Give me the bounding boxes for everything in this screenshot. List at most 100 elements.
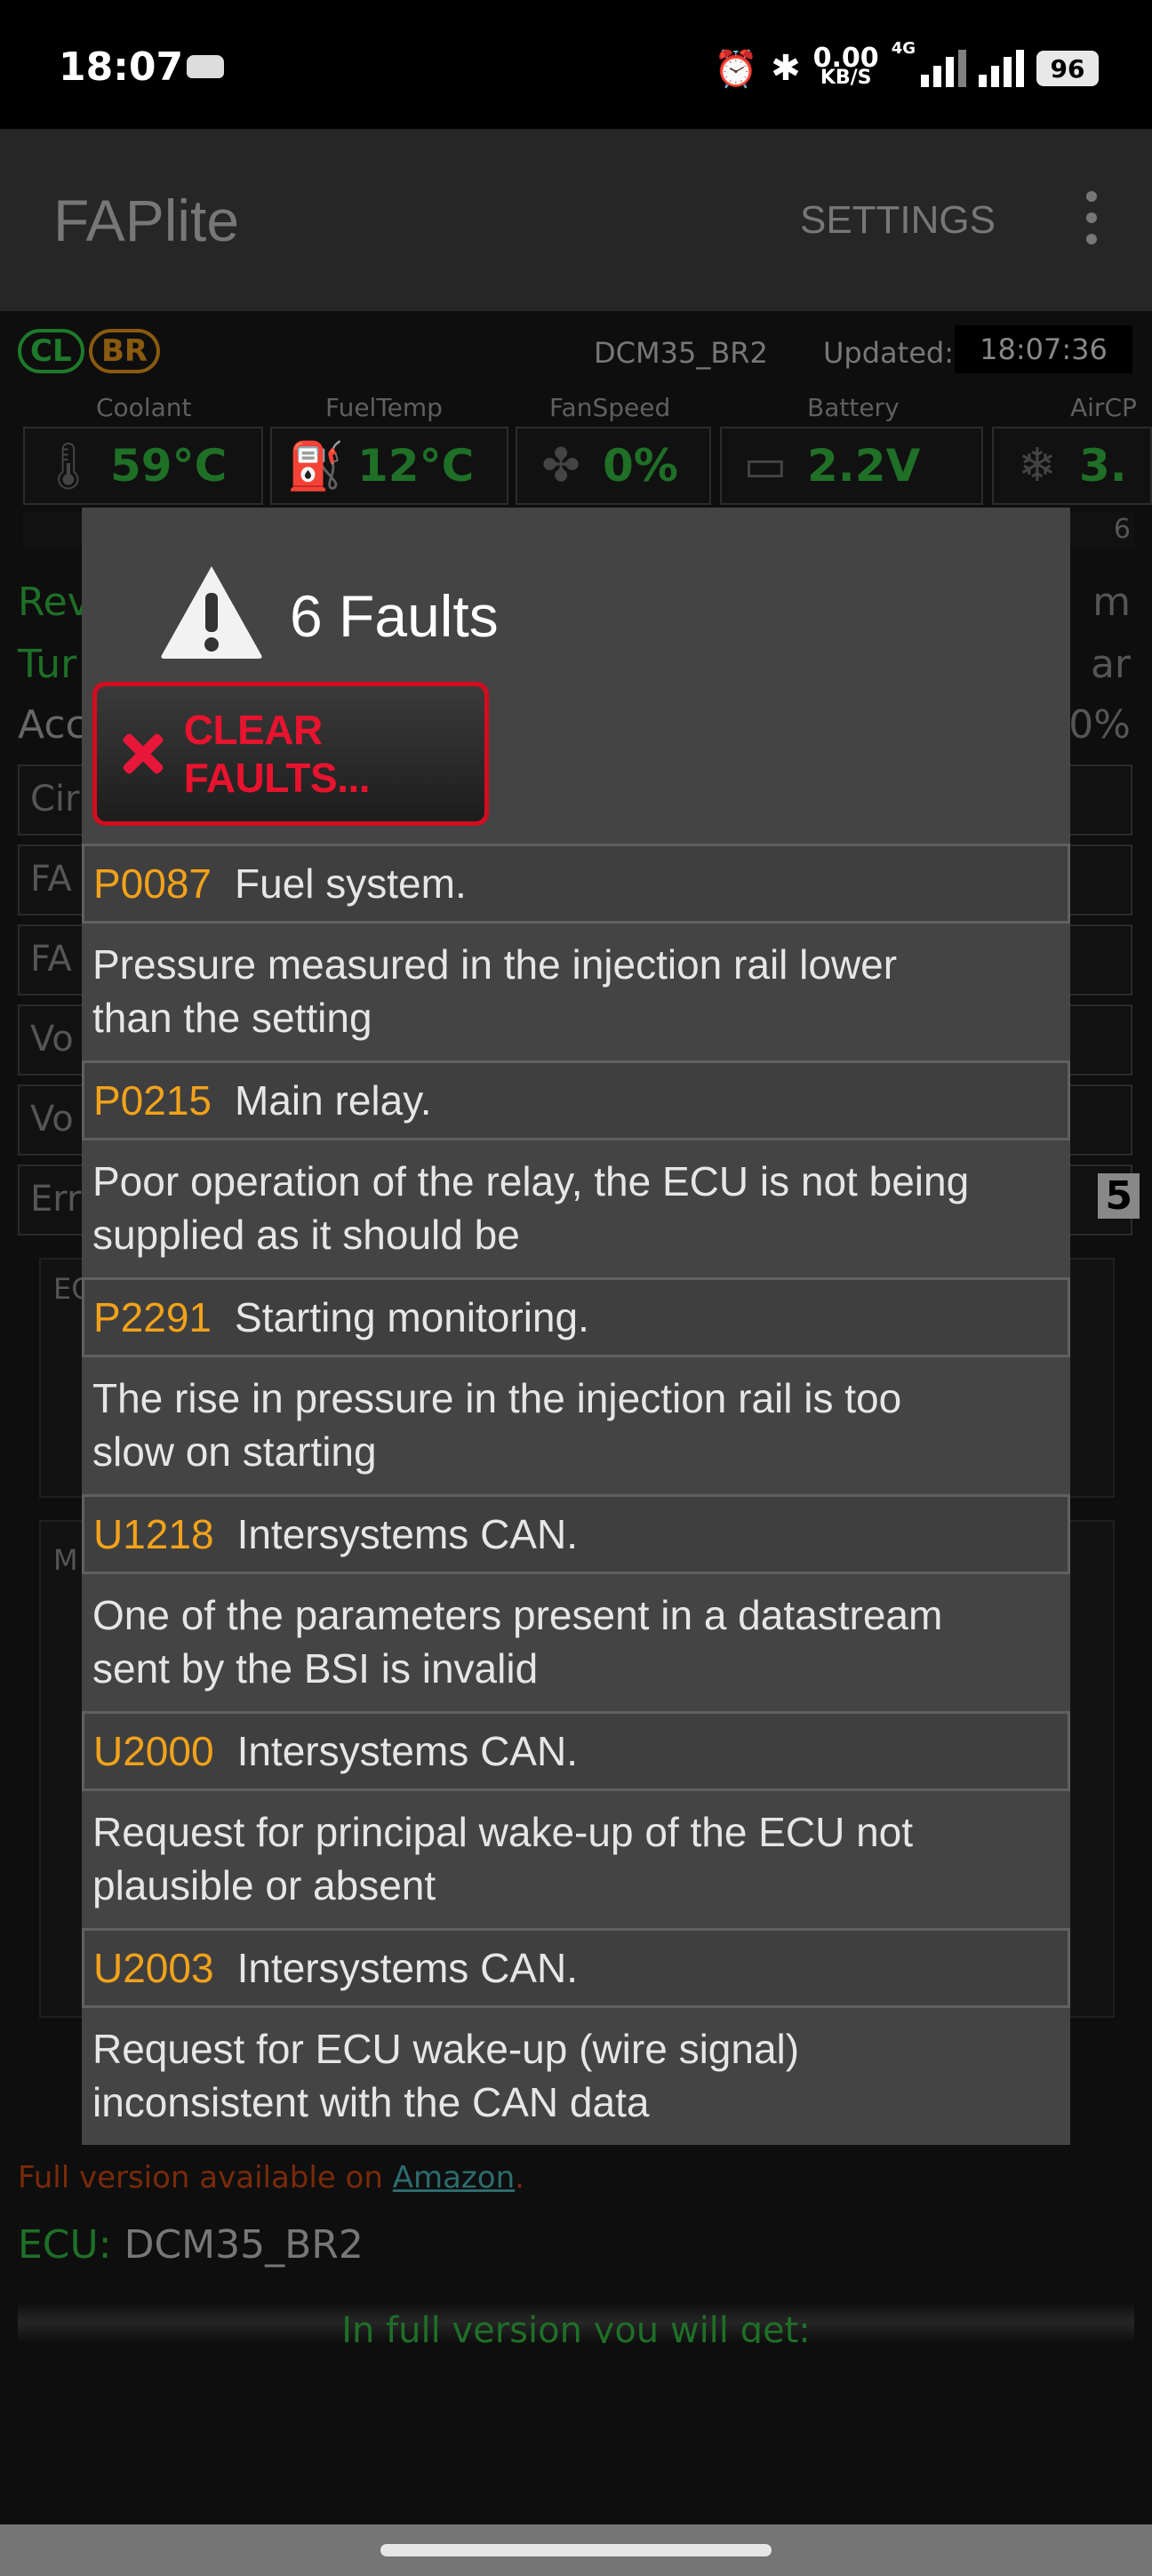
fault-description-line: Poor operation of the relay, the ECU is … — [92, 1158, 970, 1204]
gauge-row: 🌡 59°C ⛽ 12°C ✤ 0% ▭ 2.2V ❄ 3. — [0, 427, 1152, 507]
fault-description-line: Request for ECU wake-up (wire signal) — [92, 2026, 800, 2072]
row-label: Cir — [30, 779, 80, 820]
bluetooth-icon: ✱ — [771, 48, 801, 89]
fault-name: Intersystems CAN. — [236, 1728, 578, 1774]
gauge-label-aircp: AirCP — [1070, 393, 1137, 422]
gauge-label-fanspeed: FanSpeed — [549, 393, 671, 422]
ecu-footer-label: ECU: — [18, 2222, 112, 2268]
fuel-pump-icon: ⛽ — [286, 439, 345, 493]
row-label: FA — [30, 859, 72, 900]
ecu-footer: ECU: DCM35_BR2 — [18, 2222, 364, 2268]
fault-description: One of the parameters present in a datas… — [82, 1574, 1070, 1711]
fault-description: Pressure measured in the injection rail … — [82, 924, 1070, 1060]
fault-header[interactable]: U1218 Intersystems CAN. — [82, 1494, 1070, 1574]
gauge-label-battery: Battery — [807, 393, 900, 422]
amazon-link[interactable]: Amazon — [393, 2160, 515, 2196]
left-label: Tur — [18, 642, 77, 687]
right-label: ar — [1090, 642, 1131, 687]
fault-description: The rise in pressure in the injection ra… — [82, 1357, 1070, 1494]
gauge-value: 59°C — [110, 440, 228, 492]
gauge-fanspeed[interactable]: ✤ 0% — [516, 427, 711, 505]
status-icons: ⏰ ✱ 0.00 KB/S 4G 96 — [714, 39, 1099, 98]
full-version-note: Full version available on Amazon. — [18, 2160, 524, 2196]
navigation-bar — [0, 2524, 1152, 2576]
battery-icon: 96 — [1036, 51, 1099, 86]
ecu-footer-value: DCM35_BR2 — [124, 2222, 364, 2268]
clear-faults-label: CLEAR FAULTS... — [183, 707, 371, 801]
fault-description-line: The rise in pressure in the injection ra… — [92, 1375, 902, 1421]
fault-header[interactable]: U2000 Intersystems CAN. — [82, 1711, 1070, 1791]
fault-code: P0087 — [93, 860, 212, 907]
settings-button[interactable]: SETTINGS — [800, 198, 996, 243]
fault-description-line: than the setting — [92, 995, 372, 1041]
network-speed-unit: KB/S — [820, 67, 872, 89]
dialog-title: 6 Faults — [290, 583, 499, 649]
car-icon — [187, 55, 224, 78]
gauge-value: 0% — [603, 440, 678, 492]
clear-faults-button[interactable]: CLEAR FAULTS... — [92, 682, 489, 826]
fault-code: U1218 — [93, 1511, 214, 1557]
gauge-value: 12°C — [357, 440, 475, 492]
gauge-label-coolant: Coolant — [96, 393, 192, 422]
full-version-dot: . — [515, 2160, 524, 2196]
right-label: m — [1092, 580, 1131, 625]
app-title: FAPlite — [53, 188, 240, 253]
gauge-aircp[interactable]: ❄ 3. — [992, 427, 1152, 505]
full-version-banner: In full version you will get: — [18, 2302, 1134, 2343]
right-label: 0% — [1068, 702, 1131, 748]
fault-header[interactable]: P2291 Starting monitoring. — [82, 1277, 1070, 1357]
fault-description-line: Pressure measured in the injection rail … — [92, 941, 898, 988]
fault-description-line: supplied as it should be — [92, 1212, 520, 1258]
overflow-menu-icon[interactable] — [1086, 191, 1097, 255]
fault-description-line: slow on starting — [92, 1428, 377, 1475]
snowflake-icon: ❄ — [1018, 439, 1057, 492]
row-label: FA — [30, 939, 72, 980]
fault-name: Starting monitoring. — [235, 1294, 589, 1340]
status-time: 18:07 — [59, 44, 184, 90]
right-label: 6 — [1113, 514, 1131, 545]
updated-label: Updated: — [823, 336, 954, 370]
app-bar: FAPlite SETTINGS — [0, 129, 1152, 311]
close-icon — [116, 727, 164, 780]
badge-br: BR — [89, 329, 161, 373]
gauge-label-fueltemp: FuelTemp — [325, 393, 443, 422]
header-ecu-name: DCM35_BR2 — [594, 336, 768, 370]
fault-name: Main relay. — [235, 1077, 432, 1124]
gauge-fueltemp[interactable]: ⛽ 12°C — [270, 427, 508, 505]
fault-code: U2000 — [93, 1728, 214, 1774]
home-gesture-handle[interactable] — [380, 2544, 772, 2556]
row-label: Vo — [30, 1019, 74, 1060]
gauge-battery[interactable]: ▭ 2.2V — [720, 427, 983, 505]
fault-code: P2291 — [93, 1294, 212, 1340]
row-label: Vo — [30, 1099, 74, 1140]
fan-icon: ✤ — [541, 439, 580, 492]
signal-icon-2 — [979, 50, 1024, 87]
fault-code: U2003 — [93, 1945, 214, 1991]
gauge-coolant[interactable]: 🌡 59°C — [23, 427, 263, 505]
fault-description: Poor operation of the relay, the ECU is … — [82, 1140, 1070, 1277]
gauge-value: 2.2V — [807, 440, 921, 492]
fault-header[interactable]: P0215 Main relay. — [82, 1060, 1070, 1140]
fault-name: Intersystems CAN. — [236, 1511, 578, 1557]
thermometer-icon: 🌡 — [38, 439, 98, 493]
left-label: Acc — [18, 702, 87, 748]
network-speed-value: 0.00 — [812, 43, 879, 74]
full-version-text: Full version available on — [18, 2160, 393, 2196]
fault-description: Request for ECU wake-up (wire signal) in… — [82, 2008, 1070, 2145]
fault-header[interactable]: P0087 Fuel system. — [82, 844, 1070, 924]
fault-code: P0215 — [93, 1077, 212, 1124]
dialog-header: 6 Faults — [82, 508, 1070, 676]
badge-cl: CL — [18, 329, 84, 373]
battery-icon: ▭ — [743, 439, 788, 492]
alarm-icon: ⏰ — [714, 48, 759, 90]
fault-name: Fuel system. — [235, 860, 467, 907]
panel-label: M — [53, 1543, 78, 1577]
fault-description-line: One of the parameters present in a datas… — [92, 1592, 943, 1638]
fault-list: P0087 Fuel system. Pressure measured in … — [82, 844, 1070, 2145]
status-bar: 18:07 ⏰ ✱ 0.00 KB/S 4G 96 — [0, 0, 1152, 129]
fault-description-line: plausible or absent — [92, 1862, 436, 1908]
error-count: 5 — [1098, 1173, 1140, 1219]
fault-description-line: Request for principal wake-up of the ECU… — [92, 1809, 914, 1855]
fault-header[interactable]: U2003 Intersystems CAN. — [82, 1928, 1070, 2008]
fault-description: Request for principal wake-up of the ECU… — [82, 1791, 1070, 1928]
